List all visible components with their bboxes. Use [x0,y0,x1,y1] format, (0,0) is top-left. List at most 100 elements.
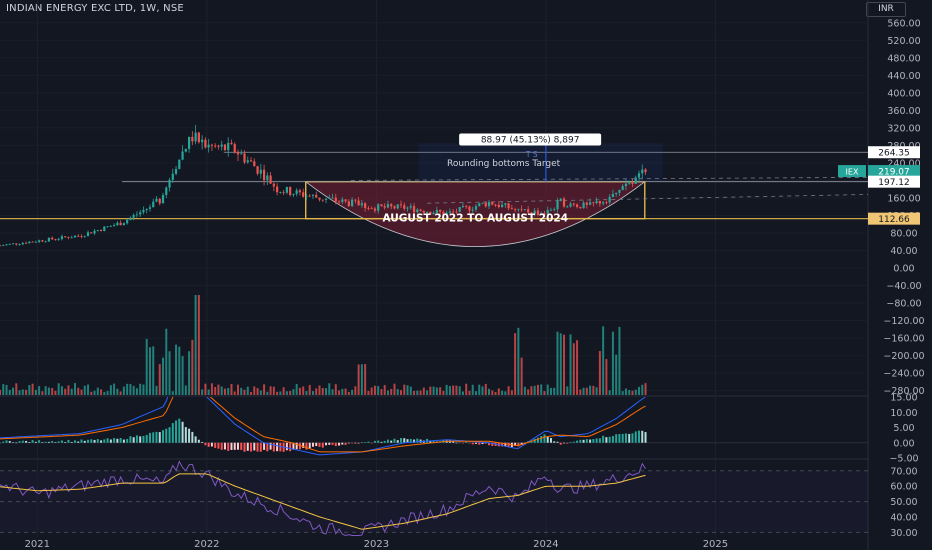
volume-bar [455,385,458,395]
macd-histogram-bar [377,440,380,443]
candle-body [83,235,86,237]
rsi-tick-label: 70.00 [890,466,917,477]
x-tick-label: 2025 [703,539,728,550]
macd-histogram-bar [194,436,197,443]
candle-body [308,195,311,197]
candle-body [370,208,373,210]
volume-bar [497,388,500,395]
volume-bar [70,388,73,395]
candle-body [491,201,494,205]
volume-bar [67,385,70,395]
candle-body [51,237,54,240]
candle-body [311,194,315,196]
volume-bar [21,389,24,395]
macd-histogram-bar [373,440,376,443]
candle-body [458,206,461,212]
price-chart[interactable]: 2021 2022 2023 2024 2025 560.00 520.00 480.00 44… [0,0,932,550]
volume-bar [533,385,536,395]
macd-histogram-bar [197,439,200,443]
volume-bar [298,387,301,395]
volume-bar [406,385,409,395]
macd-histogram-bar [390,440,393,443]
macd-tick-label: 5.00 [893,423,914,434]
candle-body [611,193,615,197]
macd-histogram-bar [263,442,266,450]
candle-body [155,198,158,202]
volume-bar [269,386,272,395]
macd-histogram-bar [47,441,50,443]
volume-bar [413,390,416,395]
macd-histogram-bar [162,430,165,443]
macd-histogram-bar [338,442,341,446]
volume-bar [563,334,566,395]
price-tick-label: 440.00 [887,71,920,82]
volume-bar [468,390,471,395]
macd-histogram-bar [458,442,461,444]
candle-body [383,206,386,208]
candle-body [364,203,367,209]
candle-body [357,200,360,206]
volume-bar [598,350,601,395]
volume-bar [139,383,142,395]
volume-bar [191,339,194,395]
volume-bar [305,391,308,395]
volume-bar [236,384,239,395]
candle-body [406,207,409,209]
candle-body [18,244,21,245]
candle-body [351,199,354,207]
candle-body [161,194,165,204]
candle-body [396,204,399,209]
macd-histogram-bar [191,431,194,443]
volume-bar [18,390,21,395]
volume-bar [618,326,621,395]
macd-histogram-bar [93,439,96,443]
volume-bar [638,386,641,395]
candle-body [126,219,129,224]
macd-histogram-bar [240,442,243,450]
candle-body [465,206,468,207]
price-tick-label: 480.00 [887,53,920,64]
candle-body [129,217,132,220]
candle-body [393,206,396,209]
volume-bar [57,383,60,395]
candle-body [38,240,41,242]
candle-body [269,175,272,184]
volume-bar [5,384,8,395]
macd-histogram-bar [106,438,109,443]
volume-bar [383,385,386,395]
macd-histogram-bar [145,434,148,443]
candle-body [644,169,647,173]
volume-bar [12,387,15,395]
x-tick-label: 2023 [364,539,389,550]
macd-histogram-bar [569,442,572,443]
macd-histogram-bar [57,441,60,443]
price-tick-label: −160.00 [883,334,924,345]
volume-bar [263,384,266,395]
candle-body [246,160,249,163]
macd-histogram-bar [0,442,1,444]
price-tick-label: 0.00 [893,264,914,275]
macd-histogram-bar [38,440,41,443]
macd-histogram-bar [100,440,103,443]
volume-bar [100,389,103,395]
volume-bar [87,384,90,395]
macd-histogram-bar [96,439,99,443]
candle-body [510,208,513,210]
volume-bar [520,357,523,395]
candle-body [236,151,240,155]
macd-histogram-bar [602,435,605,443]
candle-body [217,145,220,147]
measure-tooltip: 88.97 (45.13%) 8,897 [481,136,580,146]
macd-histogram-bar [116,438,119,443]
macd-histogram-bar [644,432,647,443]
volume-bar [582,387,585,395]
candle-body [57,239,60,240]
volume-bar [289,390,292,395]
candle-body [575,204,579,207]
volume-bar [504,391,507,395]
volume-bar [328,383,331,395]
candle-body [471,209,474,211]
volume-bar [338,390,341,395]
macd-histogram-bar [148,432,151,443]
volume-bar [240,387,243,395]
